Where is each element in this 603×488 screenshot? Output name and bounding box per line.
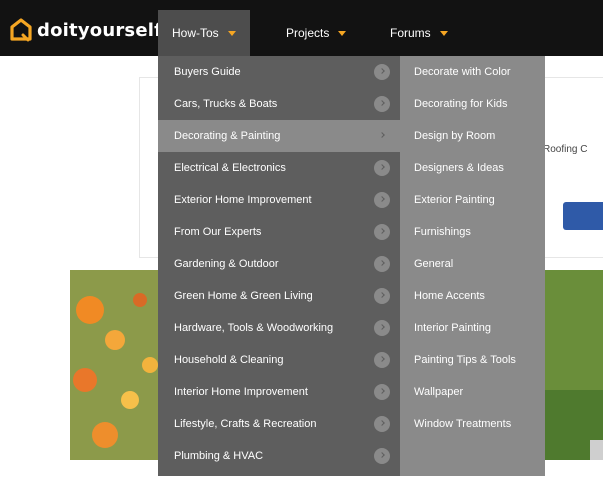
submenu-item-interior-painting[interactable]: Interior Painting [400, 312, 545, 344]
menu-item-buyers-guide[interactable]: Buyers Guide [158, 56, 400, 88]
menu-item-hardware-tools-woodworking[interactable]: Hardware, Tools & Woodworking [158, 312, 400, 344]
menu-item-label: Interior Home Improvement [174, 386, 308, 398]
submenu-item-wallpaper[interactable]: Wallpaper [400, 376, 545, 408]
menu-item-label: Buyers Guide [174, 66, 241, 78]
nav-label: Projects [286, 26, 330, 40]
menu-item-label: Green Home & Green Living [174, 290, 313, 302]
menu-item-label: Decorating & Painting [174, 130, 281, 142]
chevron-right-icon [374, 256, 390, 272]
submenu-item-decorating-for-kids[interactable]: Decorating for Kids [400, 88, 545, 120]
chevron-right-icon [374, 352, 390, 368]
menu-item-lifestyle-crafts-recreation[interactable]: Lifestyle, Crafts & Recreation [158, 408, 400, 440]
submenu-item-label: Designers & Ideas [414, 162, 504, 174]
submenu-item-label: Home Accents [414, 290, 485, 302]
menu-item-label: Cars, Trucks & Boats [174, 98, 278, 110]
chevron-right-icon [374, 224, 390, 240]
submenu-item-window-treatments[interactable]: Window Treatments [400, 408, 545, 440]
submenu-item-label: Design by Room [414, 130, 496, 142]
nav-label: How-Tos [172, 26, 219, 40]
submenu-item-designers-ideas[interactable]: Designers & Ideas [400, 152, 545, 184]
top-navigation-bar: doityourself How-Tos Projects Forums [0, 0, 603, 56]
menu-item-decorating-painting[interactable]: Decorating & Painting [158, 120, 400, 152]
menu-item-from-our-experts[interactable]: From Our Experts [158, 216, 400, 248]
submenu-item-furnishings[interactable]: Furnishings [400, 216, 545, 248]
submenu-item-label: Furnishings [414, 226, 471, 238]
submenu-item-exterior-painting[interactable]: Exterior Painting [400, 184, 545, 216]
decorating-submenu: Decorate with Color Decorating for Kids … [400, 56, 545, 476]
how-tos-menu: Buyers Guide Cars, Trucks & Boats Decora… [158, 56, 400, 476]
caret-down-icon [439, 30, 448, 36]
menu-item-label: Exterior Home Improvement [174, 194, 312, 206]
chevron-right-icon [374, 448, 390, 464]
menu-item-plumbing-hvac[interactable]: Plumbing & HVAC [158, 440, 400, 472]
nav-forums[interactable]: Forums [376, 10, 462, 56]
submenu-item-label: Painting Tips & Tools [414, 354, 516, 366]
chevron-right-icon [374, 64, 390, 80]
chevron-right-icon [374, 320, 390, 336]
chevron-right-icon [374, 416, 390, 432]
caret-down-icon [227, 30, 236, 36]
card-button[interactable] [563, 202, 603, 230]
nav-how-tos[interactable]: How-Tos [158, 10, 250, 56]
nav-label: Forums [390, 26, 431, 40]
menu-item-label: From Our Experts [174, 226, 262, 238]
site-logo-text: doityourself [37, 19, 163, 41]
chevron-right-icon [374, 192, 390, 208]
menu-item-label: Household & Cleaning [174, 354, 284, 366]
caret-down-icon [338, 30, 347, 36]
menu-item-label: Hardware, Tools & Woodworking [174, 322, 334, 334]
submenu-item-general[interactable]: General [400, 248, 545, 280]
submenu-item-label: Decorate with Color [414, 66, 511, 78]
card-text: Roofing C [543, 144, 588, 155]
submenu-item-label: Wallpaper [414, 386, 464, 398]
chevron-right-icon [374, 128, 390, 144]
submenu-item-decorate-with-color[interactable]: Decorate with Color [400, 56, 545, 88]
menu-item-label: Plumbing & HVAC [174, 450, 264, 462]
menu-item-label: Lifestyle, Crafts & Recreation [174, 418, 317, 430]
submenu-item-label: General [414, 258, 454, 270]
menu-item-label: Gardening & Outdoor [174, 258, 279, 270]
menu-item-electrical-electronics[interactable]: Electrical & Electronics [158, 152, 400, 184]
chevron-right-icon [374, 160, 390, 176]
submenu-item-design-by-room[interactable]: Design by Room [400, 120, 545, 152]
chevron-right-icon [374, 96, 390, 112]
house-icon [10, 18, 32, 42]
nav-projects[interactable]: Projects [272, 10, 360, 56]
submenu-item-label: Exterior Painting [414, 194, 495, 206]
submenu-item-painting-tips-tools[interactable]: Painting Tips & Tools [400, 344, 545, 376]
menu-item-green-home-living[interactable]: Green Home & Green Living [158, 280, 400, 312]
menu-item-household-cleaning[interactable]: Household & Cleaning [158, 344, 400, 376]
menu-item-exterior-home-improvement[interactable]: Exterior Home Improvement [158, 184, 400, 216]
submenu-item-label: Interior Painting [414, 322, 492, 334]
site-logo[interactable]: doityourself [10, 18, 162, 42]
menu-item-cars-trucks-boats[interactable]: Cars, Trucks & Boats [158, 88, 400, 120]
menu-item-label: Electrical & Electronics [174, 162, 286, 174]
submenu-item-label: Window Treatments [414, 418, 512, 430]
menu-item-gardening-outdoor[interactable]: Gardening & Outdoor [158, 248, 400, 280]
chevron-right-icon [374, 384, 390, 400]
chevron-right-icon [374, 288, 390, 304]
submenu-item-home-accents[interactable]: Home Accents [400, 280, 545, 312]
menu-item-interior-home-improvement[interactable]: Interior Home Improvement [158, 376, 400, 408]
submenu-item-label: Decorating for Kids [414, 98, 508, 110]
